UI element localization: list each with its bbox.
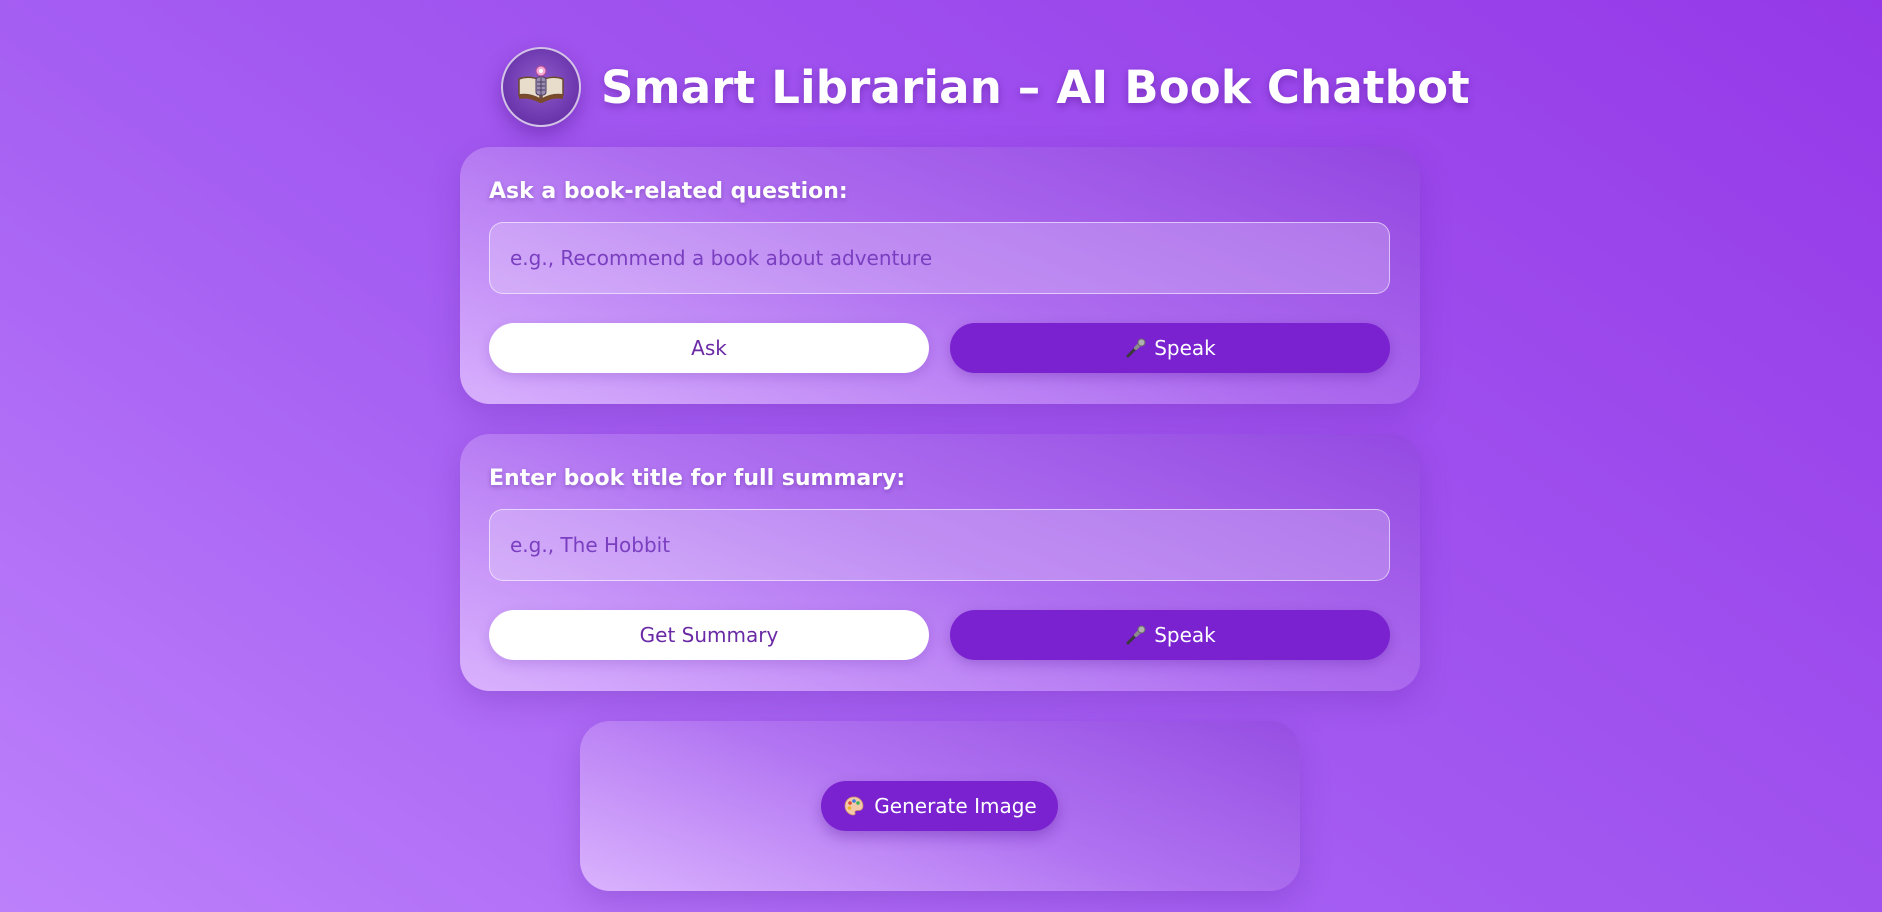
microphone-icon — [1124, 336, 1148, 360]
summary-speak-button[interactable]: Speak — [950, 610, 1390, 660]
speak-button-label: Speak — [1154, 623, 1216, 647]
ask-button-label: Ask — [691, 336, 727, 360]
generate-image-button-label: Generate Image — [874, 794, 1037, 818]
summary-card: Enter book title for full summary: Get S… — [460, 434, 1420, 691]
app-header: Smart Librarian – AI Book Chatbot — [501, 46, 1470, 128]
get-summary-button-label: Get Summary — [639, 623, 779, 647]
get-summary-button[interactable]: Get Summary — [489, 610, 929, 660]
generate-image-button[interactable]: Generate Image — [821, 781, 1058, 831]
question-speak-button[interactable]: Speak — [950, 323, 1390, 373]
microphone-icon — [1124, 623, 1148, 647]
page-title: Smart Librarian – AI Book Chatbot — [601, 60, 1470, 114]
speak-button-label: Speak — [1154, 336, 1216, 360]
summary-label: Enter book title for full summary: — [489, 466, 906, 491]
image-card: Generate Image — [580, 721, 1300, 891]
question-input[interactable] — [489, 222, 1390, 294]
palette-icon — [842, 794, 866, 818]
question-card: Ask a book-related question: Ask Speak — [460, 147, 1420, 404]
ask-button[interactable]: Ask — [489, 323, 929, 373]
book-title-input[interactable] — [489, 509, 1390, 581]
question-label: Ask a book-related question: — [489, 179, 848, 204]
book-logo-icon — [501, 47, 581, 127]
